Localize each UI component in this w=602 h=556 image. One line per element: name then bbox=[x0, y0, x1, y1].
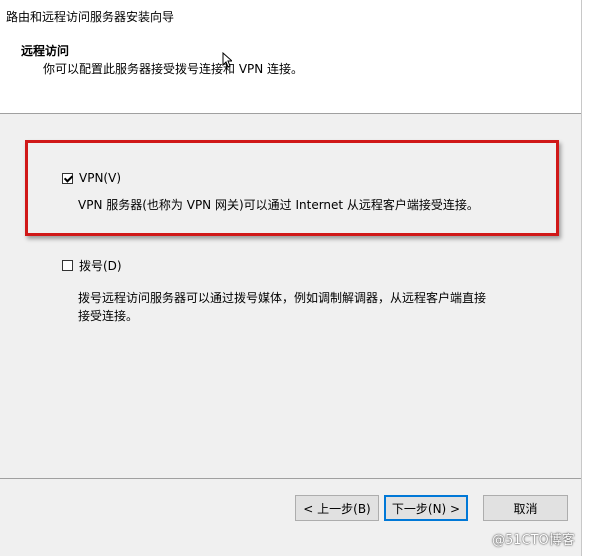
wizard-header: 远程访问 你可以配置此服务器接受拨号连接和 VPN 连接。 bbox=[0, 28, 582, 114]
wizard-window: 路由和远程访问服务器安装向导 远程访问 你可以配置此服务器接受拨号连接和 VPN… bbox=[0, 0, 602, 556]
footer-divider bbox=[0, 478, 581, 479]
dialup-checkbox[interactable] bbox=[62, 260, 73, 271]
next-button[interactable]: 下一步(N) > bbox=[384, 495, 468, 521]
back-button[interactable]: < 上一步(B) bbox=[295, 495, 379, 521]
vpn-checkbox[interactable] bbox=[62, 172, 73, 184]
annotation-highlight-box bbox=[25, 140, 559, 236]
vpn-option-label: VPN(V) bbox=[79, 171, 121, 185]
window-title: 路由和远程访问服务器安装向导 bbox=[6, 10, 175, 24]
dialup-option-description-line1: 拨号远程访问服务器可以通过拨号媒体，例如调制解调器，从远程客户端直接 bbox=[78, 291, 487, 305]
background-margin bbox=[582, 0, 602, 556]
cancel-button[interactable]: 取消 bbox=[483, 495, 568, 521]
title-bar: 路由和远程访问服务器安装向导 bbox=[0, 0, 582, 28]
dialup-option-label: 拨号(D) bbox=[79, 259, 122, 273]
mouse-cursor-icon bbox=[222, 52, 232, 68]
dialup-option[interactable]: 拨号(D) bbox=[62, 257, 122, 274]
page-title: 远程访问 bbox=[21, 44, 70, 58]
vpn-option-description: VPN 服务器(也称为 VPN 网关)可以通过 Internet 从远程客户端接… bbox=[78, 198, 479, 212]
vpn-option[interactable]: VPN(V) bbox=[62, 171, 121, 185]
page-subtitle: 你可以配置此服务器接受拨号连接和 VPN 连接。 bbox=[43, 62, 304, 76]
watermark-text: @51CTO博客 bbox=[492, 533, 575, 548]
dialup-option-description-line2: 接受连接。 bbox=[78, 309, 139, 323]
